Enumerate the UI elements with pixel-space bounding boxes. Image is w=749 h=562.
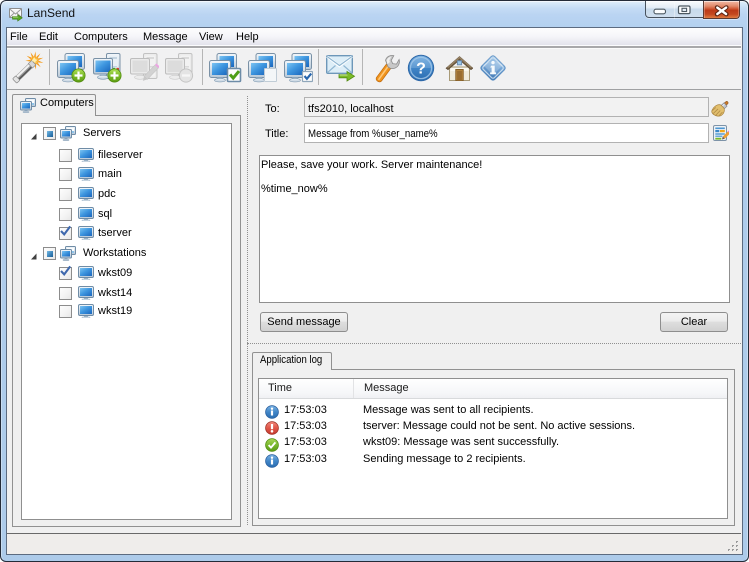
svg-text:?: ? [416, 61, 426, 78]
